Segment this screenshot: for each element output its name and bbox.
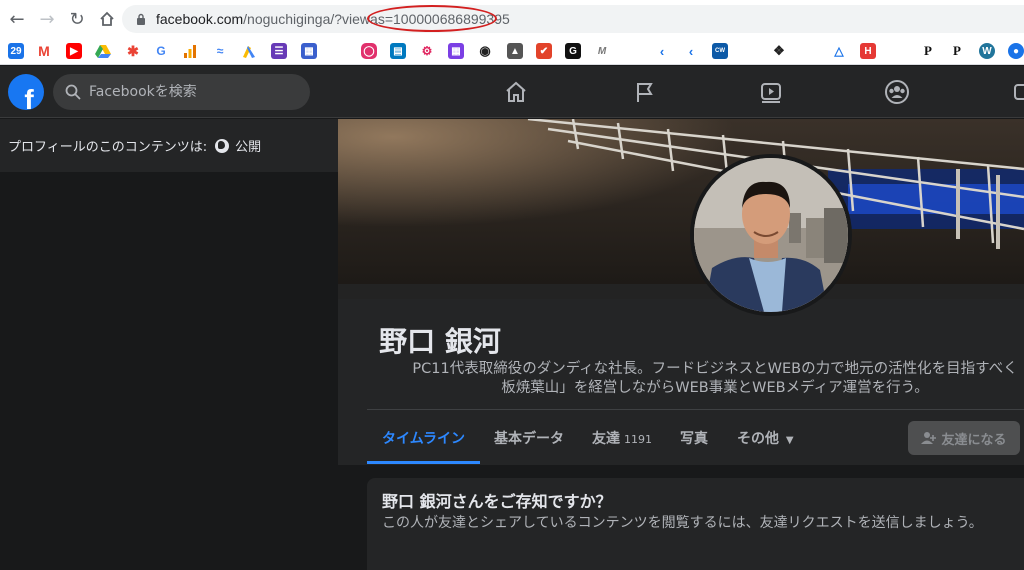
red-highlight-circle (367, 5, 497, 32)
panda-bookmark-icon[interactable]: ◉ (477, 43, 493, 59)
search-icon (65, 84, 81, 100)
tab-label: その他 (737, 431, 779, 447)
tabs-divider (367, 409, 1024, 410)
tool-bookmark-icon[interactable]: ⚙ (419, 43, 435, 59)
triangle-bookmark-icon[interactable]: △ (831, 43, 847, 59)
privacy-label: プロフィールのこのコンテンツは: (8, 140, 208, 155)
pc-bookmark-icon-1[interactable]: P (920, 43, 936, 59)
reload-icon[interactable]: ↻ (64, 6, 90, 32)
privacy-value: 公開 (235, 140, 262, 155)
lock-icon (134, 12, 148, 26)
privacy-notice: プロフィールのこのコンテンツは: 公開 (0, 119, 338, 172)
gaming-icon[interactable] (1010, 78, 1024, 106)
home-icon[interactable] (94, 6, 120, 32)
bio-line-1: PC11代表取締役のダンディな社長。フードビジネスとWEBの力で地元の活性化を目… (412, 361, 1018, 377)
friends-count: 1191 (624, 433, 652, 446)
photos-bookmark-icon[interactable]: ✱ (125, 43, 141, 59)
youtube-bookmark-icon[interactable]: ▶ (66, 43, 82, 59)
tab-friends[interactable]: 友達 1191 (592, 428, 652, 448)
wordpress-bookmark-icon[interactable]: W (979, 43, 995, 59)
ads-bookmark-icon[interactable] (241, 43, 257, 59)
forward-icon[interactable]: → (34, 6, 60, 32)
search-input[interactable] (89, 84, 289, 100)
forms-bookmark-icon[interactable]: ☰ (271, 43, 287, 59)
trello-bookmark-icon[interactable]: ▤ (390, 43, 406, 59)
script-bookmark-icon[interactable]: M (594, 43, 610, 59)
active-tab-indicator (367, 461, 480, 464)
tab-more[interactable]: その他 ▼ (737, 428, 794, 448)
facebook-header: f (0, 66, 1024, 118)
browser-toolbar: ← → ↻ facebook.com/noguchiginga/?viewas=… (0, 0, 1024, 38)
know-card-title: 野口 銀河さんをご存知ですか？ (382, 492, 612, 511)
analytics-bookmark-icon[interactable] (182, 43, 198, 59)
add-friend-button[interactable]: 友達になる (908, 421, 1020, 455)
tab-label: タイムライン (382, 431, 466, 447)
feedly-bookmark-icon-2[interactable]: ‹ (683, 43, 699, 59)
back-icon[interactable]: ← (4, 6, 30, 32)
avatar-photo (694, 158, 848, 312)
ms-bookmark-icon[interactable]: ▦ (301, 43, 317, 59)
pages-flag-icon[interactable] (631, 78, 659, 106)
feedly-bookmark-icon-1[interactable]: ‹ (654, 43, 670, 59)
add-friend-icon (921, 432, 937, 444)
hatena-bookmark-icon[interactable]: H (860, 43, 876, 59)
profile-bio: PC11代表取締役のダンディな社長。フードビジネスとWEBの力で地元の活性化を目… (370, 360, 1024, 398)
tab-label: 友達 (592, 431, 620, 447)
tab-about[interactable]: 基本データ (494, 428, 564, 448)
add-friend-label: 友達になる (941, 432, 1007, 448)
tab-photos[interactable]: 写真 (680, 428, 708, 448)
groups-icon[interactable] (883, 78, 911, 106)
globe-icon (215, 138, 230, 153)
pdf-bookmark-icon[interactable]: ✔ (536, 43, 552, 59)
instagram-bookmark-icon[interactable]: ◯ (361, 43, 377, 59)
stack-bookmark-icon[interactable]: ▦ (448, 43, 464, 59)
tab-label: 写真 (680, 431, 708, 447)
facebook-logo-icon[interactable]: f (8, 74, 44, 110)
crowdworks-bookmark-icon[interactable]: CW (712, 43, 728, 59)
globe-bookmark-icon[interactable]: ● (1008, 43, 1024, 59)
drive-bookmark-icon[interactable] (95, 43, 111, 59)
calendar-bookmark-icon[interactable]: 29 (8, 43, 24, 59)
search-box[interactable] (53, 74, 310, 110)
url-host: facebook.com (156, 11, 244, 27)
diamond-bookmark-icon[interactable]: ❖ (771, 43, 787, 59)
profile-name: 野口 銀河 (379, 325, 501, 358)
caret-down-icon: ▼ (785, 435, 794, 446)
cover-photo[interactable] (338, 119, 1024, 299)
home-nav-icon[interactable] (502, 78, 530, 106)
cover-image (338, 119, 1024, 299)
pc-bookmark-icon-2[interactable]: P (949, 43, 965, 59)
tab-timeline[interactable]: タイムライン (382, 428, 465, 448)
image-bookmark-icon[interactable]: ▲ (507, 43, 523, 59)
watch-video-icon[interactable] (757, 78, 785, 106)
url-bar[interactable]: facebook.com/noguchiginga/?viewas=100000… (122, 5, 1024, 33)
wifi-bookmark-icon[interactable]: ≈ (212, 43, 228, 59)
g-bookmark-icon[interactable]: G (565, 43, 581, 59)
profile-avatar[interactable] (690, 154, 852, 316)
bookmarks-bar: 29 M ▶ ✱ G ≈ ☰ ▦ ◯ ▤ ⚙ ▦ ◉ ▲ ✔ G M ‹ ‹ C… (0, 38, 1024, 65)
google-bookmark-icon[interactable]: G (153, 43, 169, 59)
tab-label: 基本データ (494, 431, 564, 447)
gmail-bookmark-icon[interactable]: M (36, 43, 52, 59)
bio-line-2: 板焼葉山」を経営しながらWEB事業とWEBメディア運営を行う。 (501, 380, 929, 396)
know-card-description: この人が友達とシェアしているコンテンツを閲覧するには、友達リクエストを送信しまし… (382, 515, 983, 531)
